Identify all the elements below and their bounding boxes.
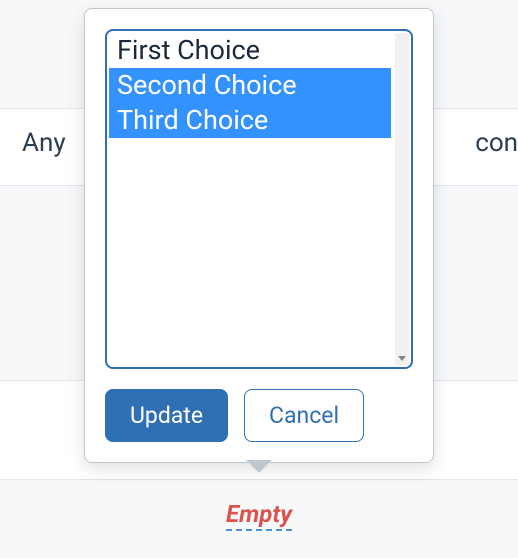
empty-value-link[interactable]: Empty [226,500,292,531]
listbox-option[interactable]: First Choice [109,33,391,68]
scrollbar[interactable] [395,33,409,365]
listbox-option[interactable]: Second Choice [109,68,391,103]
background-left-text: Any [22,128,66,158]
popover-arrow [247,461,271,473]
listbox-option[interactable]: Third Choice [109,103,391,138]
popover: First ChoiceSecond ChoiceThird Choice Up… [84,8,434,463]
listbox[interactable]: First ChoiceSecond ChoiceThird Choice [105,29,413,369]
background-right-text: con [475,128,518,158]
cancel-button[interactable]: Cancel [244,389,364,442]
update-button[interactable]: Update [105,389,228,442]
chevron-down-icon [398,356,406,361]
